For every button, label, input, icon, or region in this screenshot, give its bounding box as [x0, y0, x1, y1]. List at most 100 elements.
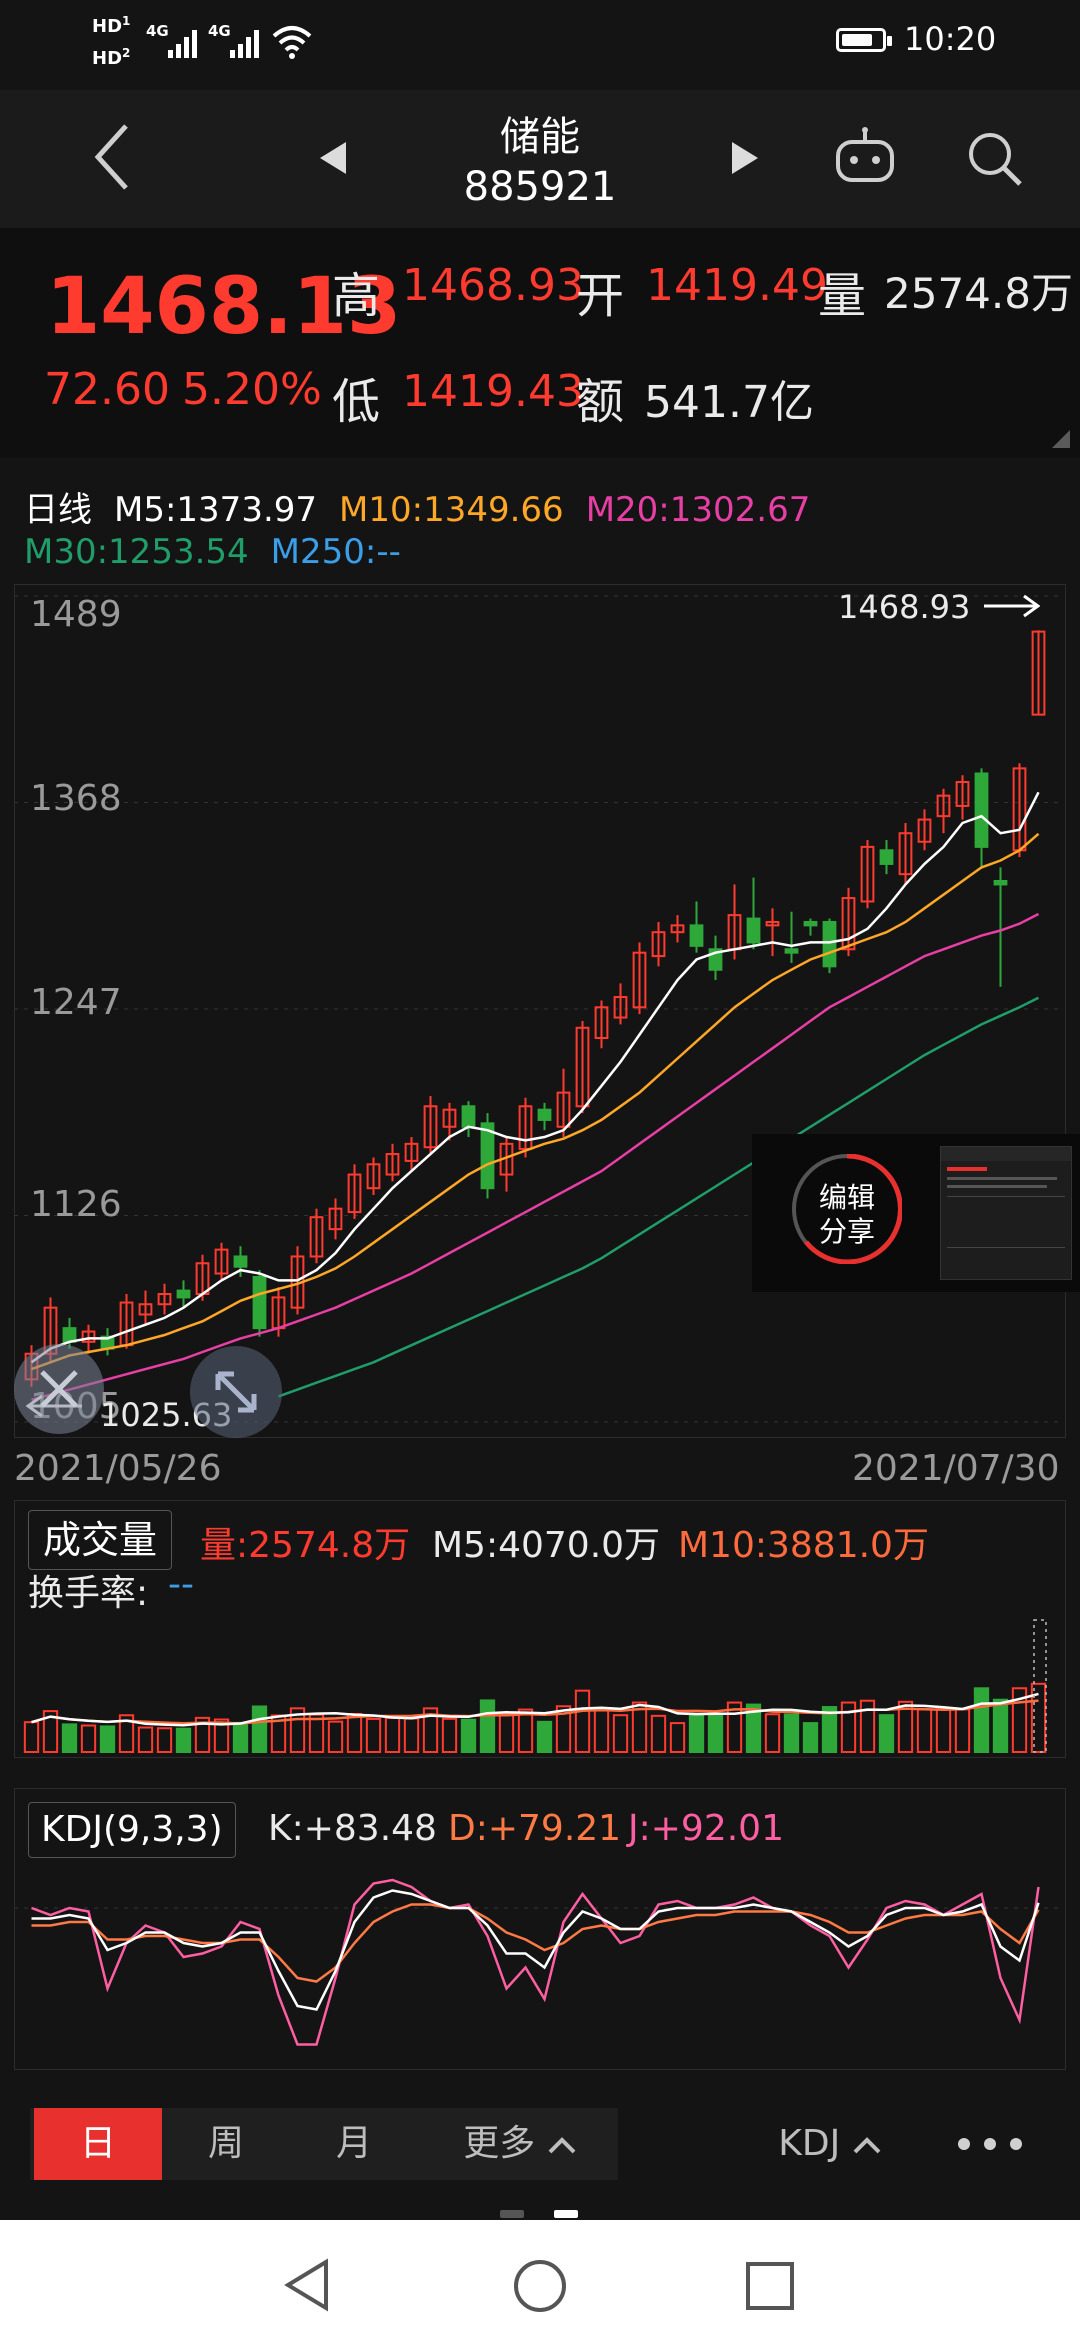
volume-bar: [308, 1713, 325, 1753]
volume-value: 2574.8万: [884, 269, 1073, 318]
crosshair-toggle-button[interactable]: [14, 1344, 104, 1434]
candle-down: [822, 920, 837, 968]
volume-today: 量:2574.8万: [200, 1525, 411, 1566]
share-label: 分享: [818, 1215, 875, 1248]
tab-week[interactable]: 周: [162, 2108, 290, 2180]
ma-legend-row2: M30:1253.54 M250:--: [24, 532, 423, 572]
arrow-right-icon: [984, 594, 1040, 618]
volume-bar: [441, 1717, 458, 1753]
wifi-icon: [272, 26, 312, 59]
status-bar: HD1 HD2 4G 4G 10:20: [0, 0, 1080, 90]
candlestick-chart[interactable]: [14, 584, 1064, 1436]
volume-bar: [517, 1708, 534, 1753]
expand-arrows-icon: [215, 1371, 257, 1413]
m20-value: M20:1302.67: [585, 490, 811, 530]
candle-down: [233, 1255, 248, 1268]
next-stock-icon[interactable]: [730, 140, 760, 176]
volume-bar: [327, 1720, 344, 1754]
screenshot-share-popup[interactable]: 编辑 分享: [752, 1134, 1080, 1292]
fullscreen-button[interactable]: [190, 1346, 282, 1438]
volume-bar: [61, 1723, 78, 1754]
candle-down: [689, 924, 704, 947]
tab-more[interactable]: 更多: [440, 2108, 600, 2180]
signal-icon: [168, 28, 202, 58]
volume-indicator-selector[interactable]: 成交量: [28, 1510, 173, 1570]
y-tick-label: 1489: [30, 594, 122, 635]
chart-area: 日线 M5:1373.97 M10:1349.66 M20:1302.67 M30:1…: [0, 458, 1080, 2073]
search-icon[interactable]: [964, 128, 1024, 188]
nav-recent-apps-icon[interactable]: [744, 2260, 796, 2312]
y-tick-label: 1368: [30, 778, 122, 819]
indicator-selector[interactable]: KDJ: [760, 2108, 900, 2180]
previous-stock-icon[interactable]: [318, 140, 348, 176]
nav-home-icon[interactable]: [512, 2258, 568, 2314]
start-date-label: 2021/05/26: [14, 1448, 222, 1489]
volume-bar: [23, 1721, 40, 1753]
page-indicator-dot-active: [554, 2210, 578, 2218]
chevron-up-icon: [548, 2137, 576, 2154]
volume-bar: [479, 1699, 496, 1753]
volume-bar: [954, 1708, 971, 1753]
volume-bar: [80, 1724, 97, 1753]
kdj-d-value: D:+79.21: [448, 1808, 622, 1849]
more-options-icon[interactable]: [952, 2132, 1028, 2156]
edit-share-button[interactable]: 编辑 分享: [792, 1154, 902, 1264]
volume-bar: [365, 1717, 382, 1753]
system-nav-bar: [0, 2220, 1080, 2340]
candle-down: [974, 772, 989, 848]
volume-bar: [669, 1722, 686, 1754]
volume-chart[interactable]: [14, 1618, 1064, 1754]
screenshot-thumbnail[interactable]: [940, 1146, 1072, 1280]
nav-back-icon[interactable]: [282, 2258, 332, 2312]
candle-down: [803, 920, 818, 927]
end-date-label: 2021/07/30: [852, 1448, 1060, 1489]
volume-bar: [384, 1717, 401, 1754]
page-indicator-dot: [500, 2210, 524, 2218]
volume-bar: [783, 1713, 800, 1753]
low-label: 低: [332, 374, 381, 430]
volume-bar: [99, 1725, 116, 1753]
candle-down: [62, 1327, 77, 1343]
volume-bar: [973, 1687, 990, 1753]
volume-bar: [403, 1717, 420, 1753]
kdj-chart[interactable]: [14, 1858, 1064, 2068]
network-type-label: 4G: [146, 22, 169, 40]
tab-month[interactable]: 月: [290, 2108, 418, 2180]
volume-bar: [992, 1698, 1009, 1753]
m250-value: M250:--: [270, 532, 401, 572]
turnover-label: 换手率:: [28, 1573, 149, 1614]
max-price-label: 1468.93: [838, 588, 971, 626]
hd-icon: HD2: [92, 46, 131, 69]
quote-panel: 1468.13 72.60 5.20% 高 1468.93 开 1419.49 …: [0, 228, 1080, 458]
page-title: 储能: [500, 114, 580, 160]
tab-day[interactable]: 日: [34, 2108, 162, 2180]
m30-value: M30:1253.54: [24, 532, 249, 572]
volume-bar: [251, 1705, 268, 1753]
m5-value: M5:1373.97: [114, 490, 318, 530]
price-change: 72.60: [44, 364, 170, 415]
volume-m10: M10:3881.0万: [678, 1525, 929, 1566]
volume-bar: [935, 1708, 952, 1753]
volume-bar: [878, 1714, 895, 1753]
candle-down: [537, 1108, 552, 1121]
candle-down: [784, 948, 799, 954]
amount-value: 541.7亿: [644, 377, 814, 428]
kdj-k-value: K:+83.48: [268, 1808, 437, 1849]
amount-label: 额: [576, 374, 625, 430]
back-icon[interactable]: [92, 122, 132, 192]
robot-assistant-icon[interactable]: [830, 126, 900, 186]
volume-bar: [232, 1721, 249, 1753]
volume-bar: [650, 1714, 667, 1754]
volume-bar: [764, 1713, 781, 1753]
volume-bar: [498, 1713, 515, 1753]
expand-corner-icon[interactable]: [1052, 430, 1070, 448]
m10-value: M10:1349.66: [339, 490, 564, 530]
signal-icon: [230, 28, 264, 58]
volume-bar: [840, 1701, 857, 1753]
candle-down: [176, 1289, 191, 1299]
candle-down: [461, 1105, 476, 1128]
volume-bar: [688, 1712, 705, 1754]
indicator-label: KDJ: [778, 2123, 841, 2164]
kdj-j-value: J:+92.01: [628, 1808, 784, 1849]
kdj-indicator-selector[interactable]: KDJ(9,3,3): [28, 1802, 236, 1858]
